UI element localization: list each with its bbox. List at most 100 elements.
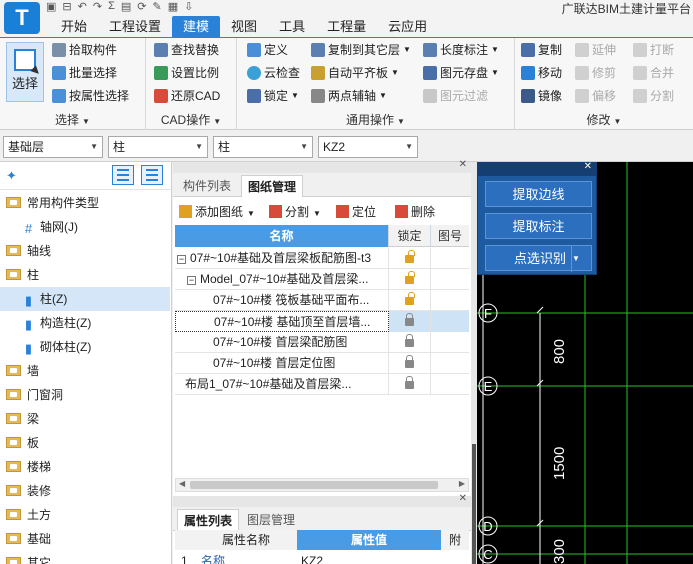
modify-group-label[interactable]: 修改 ▼	[515, 111, 693, 128]
drawing-row-name-cell[interactable]: 07#~10#楼 基础顶至首层墙...	[175, 311, 389, 332]
element-save-button[interactable]: 图元存盘 ▼	[423, 63, 499, 83]
column-header-page[interactable]: 图号	[431, 225, 469, 247]
find-replace-button[interactable]: 查找替换	[154, 40, 219, 60]
extract-edges-button[interactable]: 提取边线	[485, 181, 592, 207]
split-button[interactable]: 分割	[633, 86, 674, 106]
drawing-row-lock-cell[interactable]	[389, 332, 431, 353]
column-header-lock[interactable]: 锁定	[389, 225, 431, 247]
undo-icon[interactable]: ↶	[78, 0, 87, 16]
drawing-row-name-cell[interactable]: 07#~10#楼 首层定位图	[175, 353, 389, 374]
common-ops-group-label[interactable]: 通用操作 ▼	[237, 111, 514, 128]
list-view-button[interactable]	[112, 165, 134, 185]
tree-item[interactable]: 常用构件类型	[0, 191, 170, 215]
tree-item[interactable]: ▮ 砌体柱(Z)	[0, 335, 170, 359]
auto-align-slab-button[interactable]: 自动平齐板 ▼	[311, 63, 399, 83]
quick-access-icon[interactable]: ▦	[168, 0, 178, 16]
drawing-row[interactable]: 布局1_07#~10#基础及首层梁...	[175, 374, 469, 395]
copy-to-floors-button[interactable]: 复制到其它层 ▼	[311, 40, 411, 60]
tree-item[interactable]: 门窗洞	[0, 383, 170, 407]
collapse-icon[interactable]: −	[177, 255, 186, 264]
drawing-row-lock-cell[interactable]	[389, 374, 431, 395]
tree-item[interactable]: 其它	[0, 551, 170, 564]
tree-item[interactable]: 梁	[0, 407, 170, 431]
offset-button[interactable]: 偏移	[575, 86, 616, 106]
drawing-row-name-cell[interactable]: 07#~10#楼 首层梁配筋图	[175, 332, 389, 353]
tab-component-list[interactable]: 构件列表	[177, 175, 237, 197]
category-select[interactable]: 柱 ▼	[108, 136, 208, 158]
batch-select-button[interactable]: 批量选择	[52, 63, 117, 83]
tree-item[interactable]: 墙	[0, 359, 170, 383]
lock-icon[interactable]	[405, 355, 414, 368]
define-button[interactable]: 定义	[247, 40, 288, 60]
trim-button[interactable]: 修剪	[575, 63, 616, 83]
tab-drawing-management[interactable]: 图纸管理	[241, 175, 304, 197]
mirror-button[interactable]: 镜像	[521, 86, 562, 106]
tree-item[interactable]: # 轴网(J)	[0, 215, 170, 239]
break-button[interactable]: 打断	[633, 40, 674, 60]
tree-item[interactable]: 装修	[0, 479, 170, 503]
tree-item[interactable]: 楼梯	[0, 455, 170, 479]
drawing-row-page-cell[interactable]	[431, 248, 469, 269]
drawing-row[interactable]: 07#~10#楼 筏板基础平面布...	[175, 290, 469, 311]
tab-view[interactable]: 视图	[220, 16, 268, 37]
drawing-row-page-cell[interactable]	[431, 353, 469, 374]
select-button[interactable]: 选择	[6, 42, 44, 102]
close-icon[interactable]: ✕	[459, 493, 467, 504]
lock-icon[interactable]	[405, 376, 414, 389]
unlocked-icon[interactable]	[405, 271, 415, 284]
tab-property-list[interactable]: 属性列表	[177, 509, 240, 531]
tab-modeling[interactable]: 建模	[172, 16, 221, 37]
lock-icon[interactable]	[405, 313, 414, 326]
tree-item[interactable]: ▮ 柱(Z)	[0, 287, 170, 311]
lock-icon[interactable]	[405, 334, 414, 347]
element-filter-button[interactable]: 图元过滤	[423, 86, 488, 106]
drawing-row-name-cell[interactable]: 布局1_07#~10#基础及首层梁...	[175, 374, 389, 395]
quick-access-icon[interactable]: ▣	[46, 0, 56, 16]
pick-member-button[interactable]: 拾取构件	[52, 40, 117, 60]
drawing-row-lock-cell[interactable]	[389, 311, 431, 332]
collapse-icon[interactable]: −	[187, 276, 196, 285]
set-scale-button[interactable]: 设置比例	[154, 63, 219, 83]
drawing-row-page-cell[interactable]	[431, 374, 469, 395]
close-icon[interactable]: ✕	[584, 161, 592, 172]
delete-button[interactable]: 删除	[395, 203, 435, 221]
column-header-name[interactable]: 名称	[175, 225, 389, 247]
two-point-axis-button[interactable]: 两点辅轴 ▼	[311, 86, 387, 106]
drawing-row-name-cell[interactable]: − Model_07#~10#基础及首层梁...	[175, 269, 389, 290]
tab-layer-management[interactable]: 图层管理	[241, 509, 301, 531]
drawing-row-lock-cell[interactable]	[389, 248, 431, 269]
tab-start[interactable]: 开始	[50, 16, 98, 37]
redo-icon[interactable]: ↷	[93, 0, 102, 16]
quick-access-icon[interactable]: ▤	[121, 0, 131, 16]
length-dimension-button[interactable]: 长度标注 ▼	[423, 40, 499, 60]
drawing-row-page-cell[interactable]	[431, 311, 469, 332]
new-icon[interactable]: ✦	[6, 168, 17, 184]
chevron-down-icon[interactable]: ▼	[571, 246, 591, 272]
drawing-row-page-cell[interactable]	[431, 332, 469, 353]
tree-item[interactable]: 土方	[0, 503, 170, 527]
locate-button[interactable]: 定位	[336, 203, 376, 221]
drawing-row[interactable]: −07#~10#基础及首层梁板配筋图-t3	[175, 248, 469, 269]
unlocked-icon[interactable]	[405, 292, 415, 305]
point-recognize-button[interactable]: 点选识别 ▼	[485, 245, 592, 272]
tab-quantities[interactable]: 工程量	[316, 16, 377, 37]
horizontal-scrollbar[interactable]: ◀ ▶	[175, 478, 469, 492]
restore-cad-button[interactable]: 还原CAD	[154, 86, 220, 106]
drawing-row[interactable]: 07#~10#楼 首层梁配筋图	[175, 332, 469, 353]
drawing-row-name-cell[interactable]: −07#~10#基础及首层梁板配筋图-t3	[175, 248, 389, 269]
sum-icon[interactable]: Σ	[108, 0, 115, 16]
cloud-check-button[interactable]: 云检查	[247, 63, 300, 83]
copy-button[interactable]: 复制	[521, 40, 562, 60]
detail-view-button[interactable]	[141, 165, 163, 185]
drawing-row[interactable]: 07#~10#楼 首层定位图	[175, 353, 469, 374]
unlocked-icon[interactable]	[405, 250, 415, 263]
move-button[interactable]: 移动	[521, 63, 562, 83]
drawing-row-page-cell[interactable]	[431, 269, 469, 290]
extract-annotations-button[interactable]: 提取标注	[485, 213, 592, 239]
select-group-label[interactable]: 选择 ▼	[0, 111, 145, 128]
drawing-row-lock-cell[interactable]	[389, 290, 431, 311]
extend-button[interactable]: 延伸	[575, 40, 616, 60]
lock-button[interactable]: 锁定 ▼	[247, 86, 299, 106]
tree-item[interactable]: ▮ 构造柱(Z)	[0, 311, 170, 335]
cad-group-label[interactable]: CAD操作 ▼	[146, 111, 236, 128]
